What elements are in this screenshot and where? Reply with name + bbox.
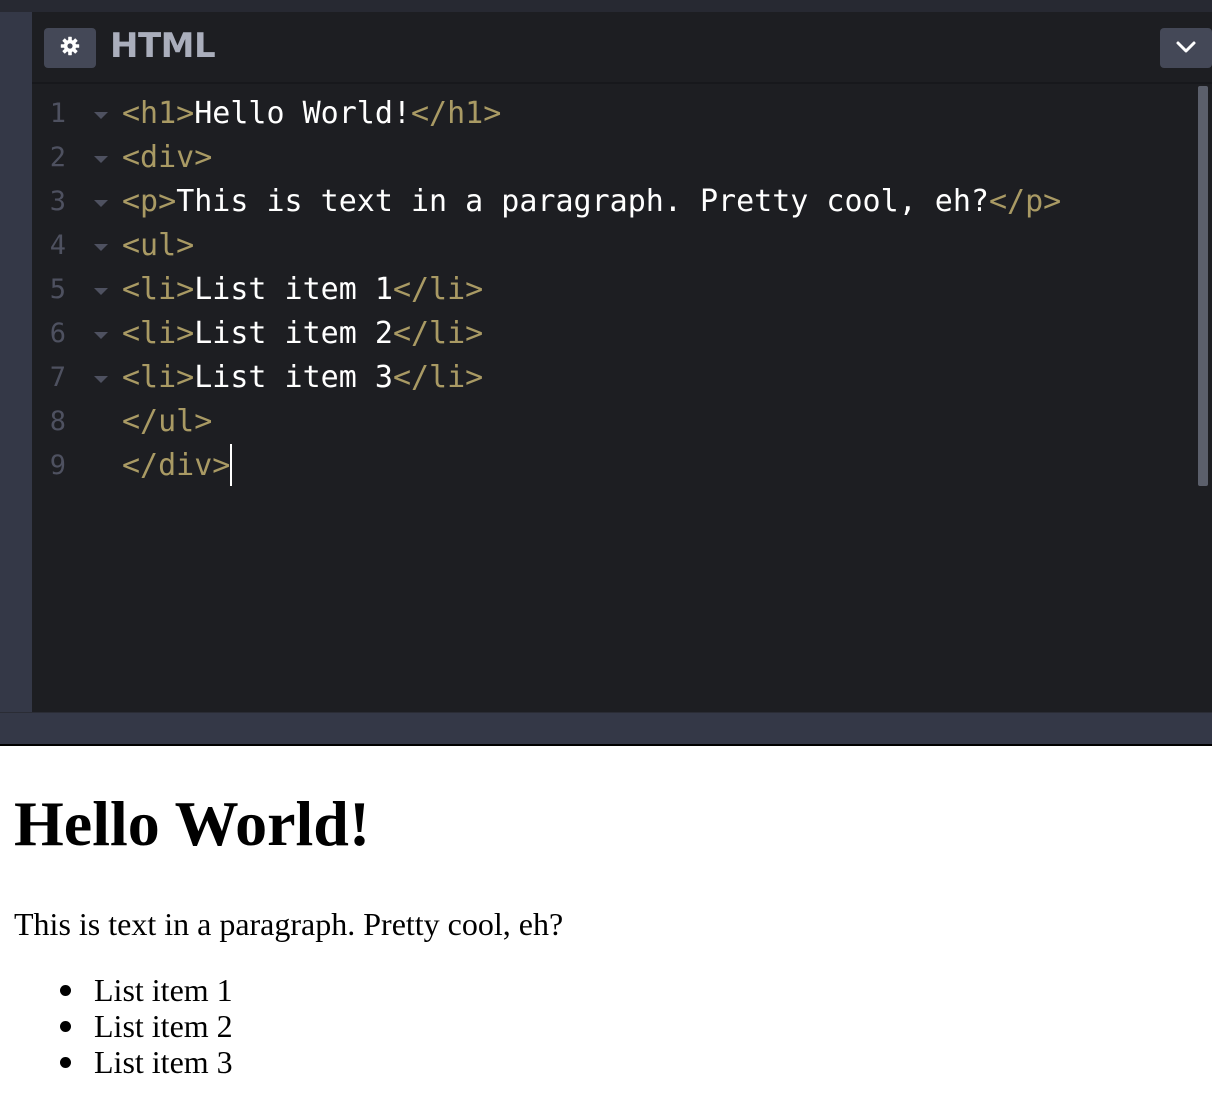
list-item-label: List item 3 [94, 1044, 233, 1080]
line-number-label: 1 [49, 98, 66, 129]
line-number: 2 [32, 136, 114, 180]
code-text: List item 2 [194, 316, 393, 351]
list-item-label: List item 1 [94, 972, 233, 1008]
list-item: List item 2 [60, 1008, 233, 1044]
code-open-tag: <li> [122, 316, 195, 351]
preview-pane: Hello World! This is text in a paragraph… [0, 746, 1212, 1118]
code-line[interactable]: <h1>Hello World!</h1> [122, 92, 1061, 136]
list-item: List item 3 [60, 1044, 233, 1080]
code-text: List item 1 [194, 272, 393, 307]
fold-arrow-icon[interactable] [94, 112, 108, 119]
code-close-tag: </li> [392, 272, 484, 307]
code-open-tag: <li> [122, 360, 195, 395]
code-line[interactable]: <li>List item 1</li> [122, 268, 1061, 312]
code-line[interactable]: <ul> [122, 224, 1061, 268]
code-editor[interactable]: 1 2 3 4 5 6 7 8 9 <h1>Hello World!</h1> <div> <p>T… [32, 84, 1212, 712]
list-item: List item 1 [60, 972, 233, 1008]
code-text: This is text in a paragraph. Pretty cool… [176, 184, 989, 219]
code-close-tag: </li> [392, 316, 484, 351]
text-cursor [230, 443, 233, 486]
code-close-tag: </p> [988, 184, 1062, 219]
fold-arrow-icon[interactable] [94, 288, 108, 295]
fold-arrow-icon[interactable] [94, 332, 108, 339]
code-line[interactable]: <li>List item 3</li> [122, 356, 1061, 400]
line-number: 7 [32, 356, 114, 400]
preview-list: List item 1 List item 2 List item 3 [60, 972, 233, 1080]
code-lines[interactable]: <h1>Hello World!</h1> <div> <p>This is tex… [122, 92, 1061, 488]
line-number: 8 [32, 400, 114, 444]
fold-arrow-icon[interactable] [94, 376, 108, 383]
line-number-label: 3 [49, 186, 66, 217]
line-number: 9 [32, 444, 114, 488]
code-open-tag: <li> [122, 272, 195, 307]
line-number-label: 7 [49, 362, 66, 393]
chevron-down-icon [1175, 39, 1197, 58]
line-number-label: 9 [49, 450, 66, 481]
bullet-icon [60, 1057, 71, 1068]
code-open-tag: <p> [122, 184, 177, 219]
code-line[interactable]: <div> [122, 136, 1061, 180]
top-strip [0, 0, 1212, 12]
fold-arrow-icon[interactable] [94, 244, 108, 251]
editor-window: HTML 1 2 3 4 5 6 7 8 9 <h1>Hello World!</h1> <div… [0, 0, 1212, 746]
code-open-tag: </div> [122, 448, 231, 483]
fold-arrow-icon[interactable] [94, 200, 108, 207]
left-rail [0, 12, 32, 712]
code-open-tag: <div> [122, 140, 213, 175]
code-open-tag: </ul> [122, 404, 213, 439]
line-number-label: 5 [49, 274, 66, 305]
resize-handle[interactable] [0, 712, 1212, 745]
vertical-scrollbar[interactable] [1198, 86, 1208, 486]
preview-paragraph: This is text in a paragraph. Pretty cool… [14, 906, 564, 942]
line-number-label: 2 [49, 142, 66, 173]
line-number: 5 [32, 268, 114, 312]
line-number-label: 6 [49, 318, 66, 349]
panel-header: HTML [32, 12, 1212, 84]
preview-heading: Hello World! [14, 788, 371, 859]
line-number-label: 8 [49, 406, 66, 437]
line-number-gutter: 1 2 3 4 5 6 7 8 9 [32, 92, 114, 488]
bullet-icon [60, 1021, 71, 1032]
code-line[interactable]: <p>This is text in a paragraph. Pretty c… [122, 180, 1061, 224]
code-text: Hello World! [194, 96, 411, 131]
code-line[interactable]: <li>List item 2</li> [122, 312, 1061, 356]
code-line[interactable]: </ul> [122, 400, 1061, 444]
line-number: 1 [32, 92, 114, 136]
list-item-label: List item 2 [94, 1008, 233, 1044]
settings-button[interactable] [44, 28, 96, 68]
line-number: 6 [32, 312, 114, 356]
code-close-tag: </li> [392, 360, 484, 395]
line-number: 4 [32, 224, 114, 268]
fold-arrow-icon[interactable] [94, 156, 108, 163]
bullet-icon [60, 985, 71, 996]
line-number: 3 [32, 180, 114, 224]
gear-icon [60, 36, 80, 60]
code-open-tag: <ul> [122, 228, 195, 263]
code-text: List item 3 [194, 360, 393, 395]
code-line[interactable]: </div> [122, 443, 1061, 488]
collapse-button[interactable] [1160, 28, 1212, 68]
panel-title: HTML [110, 26, 216, 66]
code-open-tag: <h1> [122, 96, 195, 131]
line-number-label: 4 [49, 230, 66, 261]
code-close-tag: </h1> [411, 96, 502, 131]
